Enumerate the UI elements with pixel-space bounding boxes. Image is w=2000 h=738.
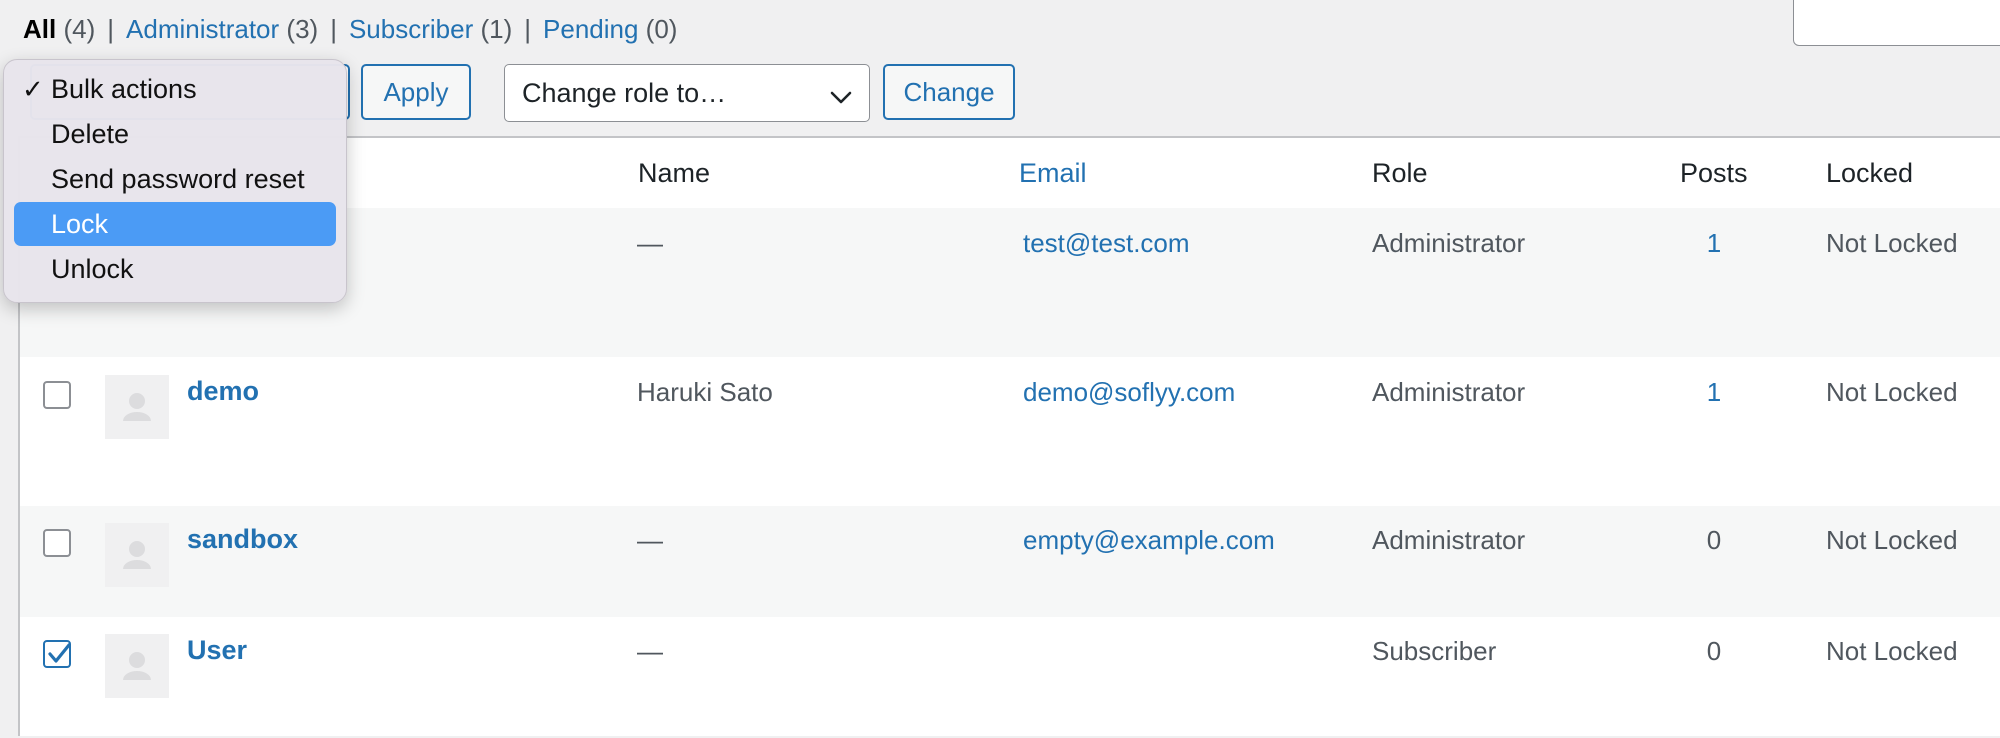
filter-administrator-link[interactable]: Administrator — [126, 14, 279, 44]
filter-separator: | — [330, 14, 337, 44]
filter-all-label: All — [23, 14, 57, 44]
chevron-down-icon — [829, 83, 853, 114]
filter-subscriber-link[interactable]: Subscriber — [349, 14, 473, 44]
bulk-option-bulk-actions[interactable]: ✓ Bulk actions — [14, 67, 336, 111]
column-header-name: Name — [638, 158, 711, 188]
bulk-option-label: Unlock — [51, 254, 134, 284]
filter-subscriber-count: (1) — [480, 14, 513, 44]
user-username-link[interactable]: demo — [187, 376, 259, 407]
user-username-link[interactable]: User — [187, 635, 247, 666]
user-posts-link[interactable]: 1 — [1707, 377, 1721, 407]
user-posts-link[interactable]: 1 — [1707, 228, 1721, 258]
bulk-option-label: Send password reset — [51, 164, 305, 194]
bulk-option-delete[interactable]: Delete — [14, 112, 336, 156]
table-row: demo Haruki Sato demo@soflyy.com Adminis… — [20, 357, 2000, 506]
user-username-link[interactable]: sandbox — [187, 524, 298, 555]
filter-separator: | — [524, 14, 532, 44]
row-checkbox[interactable] — [43, 529, 71, 557]
filter-pending[interactable]: Pending (0) — [543, 12, 677, 46]
filter-all-count: (4) — [63, 14, 96, 44]
filter-administrator-count: (3) — [286, 14, 319, 44]
change-role-select[interactable]: Change role to… — [504, 64, 870, 122]
user-locked-status: Not Locked — [1826, 228, 1958, 258]
user-posts-count: 0 — [1706, 525, 1722, 555]
user-role: Administrator — [1372, 525, 1526, 555]
user-locked-status: Not Locked — [1826, 636, 1958, 666]
user-email-link[interactable]: demo@soflyy.com — [1023, 377, 1235, 407]
default-avatar-icon — [105, 634, 169, 698]
filter-pending-link[interactable]: Pending — [543, 14, 638, 44]
column-header-posts: Posts — [1680, 158, 1748, 188]
user-role: Administrator — [1372, 377, 1526, 407]
column-header-locked: Locked — [1826, 158, 1914, 188]
user-email-link[interactable]: empty@example.com — [1023, 525, 1275, 555]
bulk-option-label: Delete — [51, 119, 130, 149]
user-locked-status: Not Locked — [1826, 525, 1958, 555]
user-email-link[interactable]: test@test.com — [1023, 228, 1190, 258]
default-avatar-icon — [105, 523, 169, 587]
filter-subscriber[interactable]: Subscriber (1) — [349, 12, 512, 46]
checkmark-icon — [48, 643, 71, 663]
user-name: — — [637, 636, 663, 666]
user-role-filters: All (4) | Administrator (3) | Subscriber… — [23, 12, 677, 46]
user-name: — — [637, 525, 663, 555]
bulk-actions-menu: ✓ Bulk actions Delete Send password rese… — [3, 59, 347, 303]
column-header-role: Role — [1372, 158, 1428, 188]
default-avatar-icon — [105, 375, 169, 439]
filter-separator: | — [107, 14, 115, 44]
row-checkbox[interactable] — [43, 381, 71, 409]
row-checkbox[interactable] — [43, 640, 71, 668]
search-input[interactable] — [1793, 0, 2000, 46]
filter-pending-count: (0) — [645, 14, 678, 44]
user-locked-status: Not Locked — [1826, 377, 1958, 407]
bulk-option-lock[interactable]: Lock — [14, 202, 336, 246]
filter-all[interactable]: All (4) — [23, 12, 95, 46]
user-name: Haruki Sato — [637, 377, 773, 407]
bulk-option-label: Bulk actions — [51, 74, 197, 104]
table-row: sandbox — empty@example.com Administrato… — [20, 506, 2000, 617]
user-posts-count: 0 — [1706, 636, 1722, 666]
apply-button[interactable]: Apply — [361, 64, 471, 120]
user-role: Subscriber — [1372, 636, 1497, 666]
bulk-option-unlock[interactable]: Unlock — [14, 247, 336, 291]
checkmark-icon: ✓ — [22, 74, 44, 104]
change-role-select-value: Change role to… — [522, 77, 727, 108]
change-role-button[interactable]: Change — [883, 64, 1015, 120]
bulk-option-send-password-reset[interactable]: Send password reset — [14, 157, 336, 201]
user-name: — — [637, 228, 663, 258]
user-role: Administrator — [1372, 228, 1526, 258]
column-header-email[interactable]: Email — [1019, 158, 1087, 189]
bulk-option-label: Lock — [51, 209, 109, 239]
filter-administrator[interactable]: Administrator (3) — [126, 12, 318, 46]
